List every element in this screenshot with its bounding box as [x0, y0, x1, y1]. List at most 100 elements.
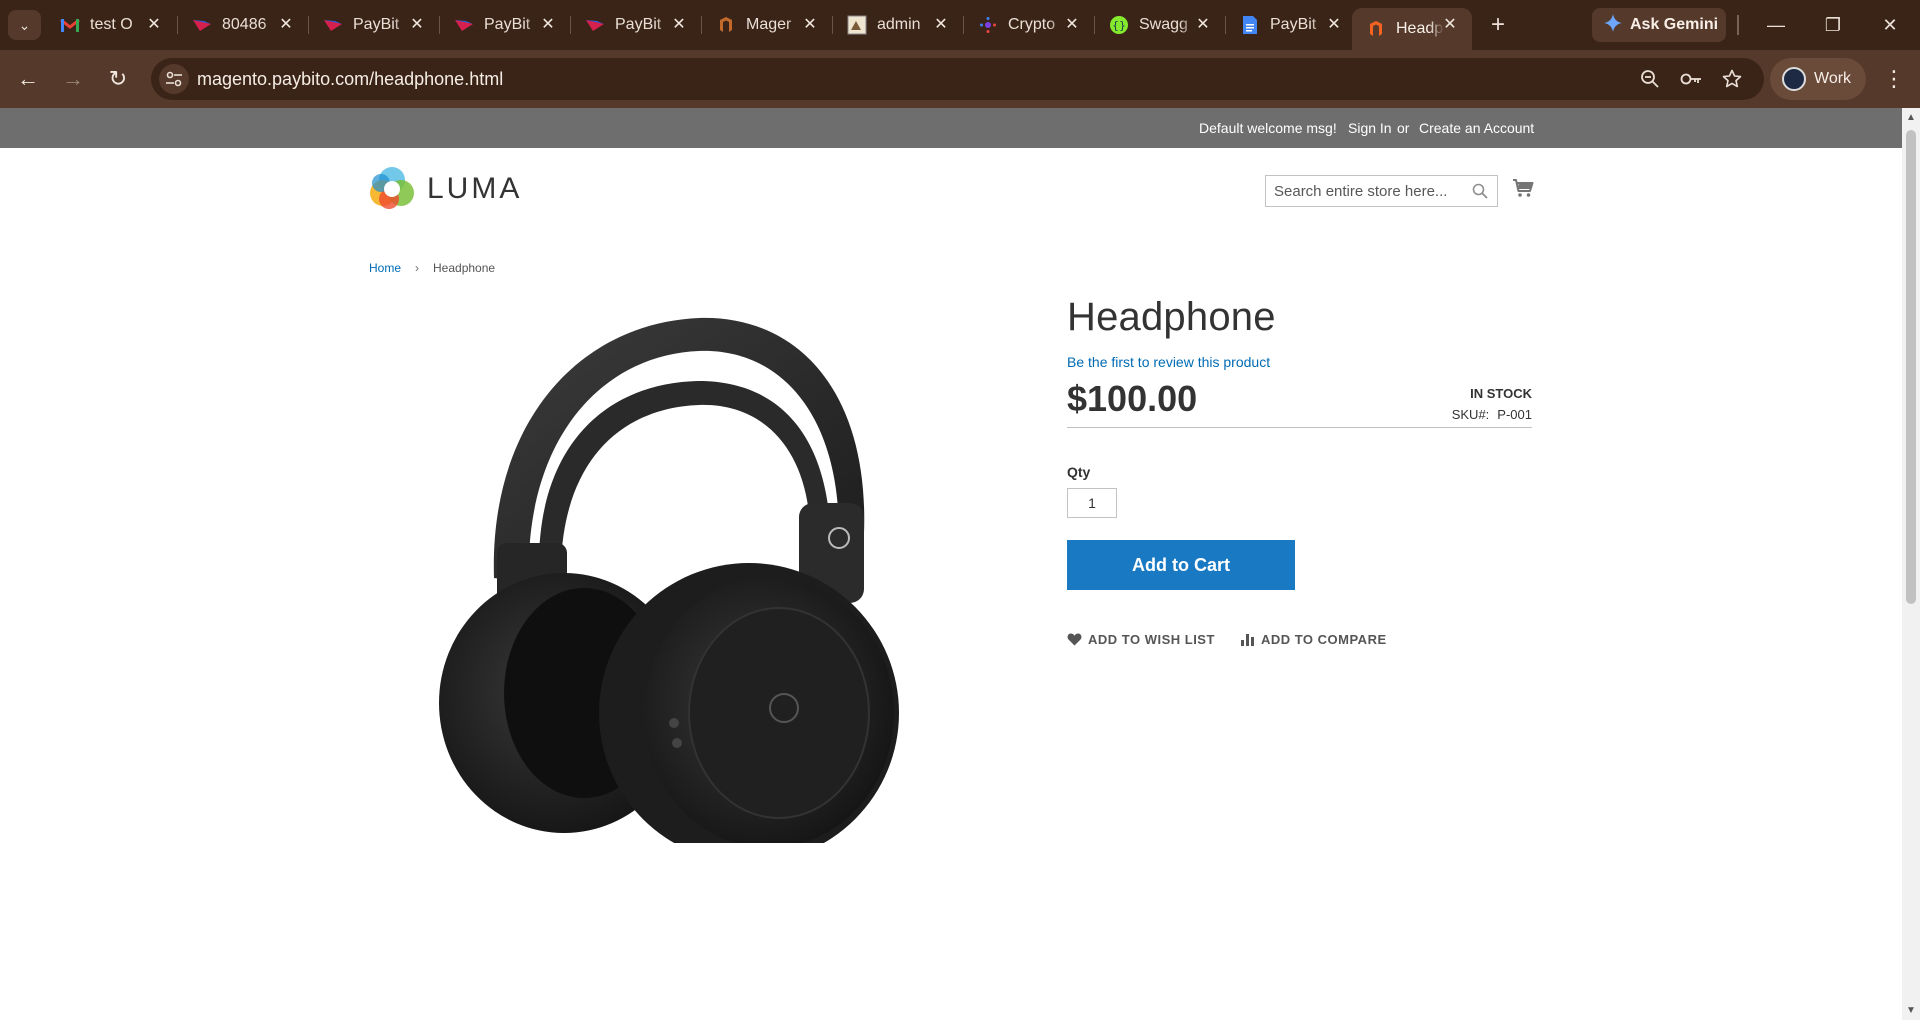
- stock-status: IN STOCK: [1470, 386, 1532, 401]
- browser-tab[interactable]: PayBit ✕: [309, 8, 439, 42]
- browser-tab[interactable]: 80486 ✕: [178, 8, 308, 42]
- forward-button[interactable]: →: [59, 65, 87, 93]
- search-icon[interactable]: [1472, 183, 1488, 204]
- tab-title: 80486: [222, 16, 267, 33]
- minimize-button[interactable]: —: [1756, 10, 1796, 40]
- site-info-button[interactable]: [159, 64, 189, 94]
- or-text: or: [1397, 120, 1410, 136]
- scroll-up-icon[interactable]: ▲: [1906, 112, 1916, 123]
- admin-icon: [847, 15, 867, 35]
- tab-title: Mager: [746, 16, 792, 33]
- page-scrollbar[interactable]: ▲ ▼: [1902, 108, 1920, 1020]
- breadcrumb-home-link[interactable]: Home: [369, 261, 401, 275]
- tab-title: PayBit: [353, 16, 400, 33]
- browser-tab[interactable]: PayBit ✕: [440, 8, 570, 42]
- add-to-wishlist-link[interactable]: ADD TO WISH LIST: [1067, 632, 1215, 647]
- web-page: Default welcome msg! Sign In or Create a…: [0, 108, 1902, 1020]
- tab-title: PayBit: [484, 16, 531, 33]
- product-price: $100.00: [1067, 378, 1198, 419]
- close-window-button[interactable]: ✕: [1870, 10, 1910, 40]
- address-bar[interactable]: magento.paybito.com/headphone.html: [151, 58, 1764, 100]
- browser-tab[interactable]: PayBit ✕: [1226, 8, 1356, 42]
- breadcrumb: Home › Headphone: [369, 261, 495, 275]
- scrollbar-thumb[interactable]: [1906, 130, 1916, 604]
- close-icon[interactable]: ✕: [1440, 15, 1460, 35]
- back-button[interactable]: ←: [14, 65, 42, 93]
- close-icon[interactable]: ✕: [538, 15, 558, 35]
- zoom-icon[interactable]: [1639, 68, 1661, 90]
- more-menu-icon[interactable]: ⋮: [1880, 65, 1908, 93]
- add-to-compare-label: ADD TO COMPARE: [1260, 632, 1387, 647]
- paybito-icon: [585, 15, 605, 35]
- minicart-button[interactable]: [1512, 178, 1534, 203]
- browser-tab[interactable]: Crypto ✕: [964, 8, 1094, 42]
- tab-search-button[interactable]: ⌄: [8, 10, 41, 40]
- profile-button[interactable]: Work: [1770, 58, 1866, 100]
- reload-button[interactable]: ↻: [104, 65, 132, 93]
- magento-icon: [1366, 19, 1386, 39]
- create-account-link[interactable]: Create an Account: [1419, 108, 1534, 148]
- close-icon[interactable]: ✕: [407, 15, 427, 35]
- bookmark-star-icon[interactable]: [1721, 68, 1743, 90]
- headphone-product-image: [439, 317, 899, 843]
- panel-header: Default welcome msg! Sign In or Create a…: [0, 108, 1902, 148]
- close-icon[interactable]: ✕: [931, 15, 951, 35]
- product-social-links: ADD TO WISH LIST ADD TO COMPARE: [1067, 632, 1532, 647]
- toolbar: ← → ↻ magento.paybito.com/headphone.html…: [0, 50, 1920, 108]
- tab-title: PayBit: [1270, 16, 1317, 33]
- logo-text: LUMA: [427, 172, 523, 205]
- welcome-message: Default welcome msg!: [1199, 120, 1337, 136]
- browser-tab[interactable]: PayBit ✕: [571, 8, 701, 42]
- tune-icon: [166, 71, 182, 87]
- crypto-icon: [978, 15, 998, 35]
- gmail-icon: [60, 15, 80, 35]
- swagger-icon: {}: [1109, 15, 1129, 35]
- url-text[interactable]: magento.paybito.com/headphone.html: [197, 58, 503, 100]
- paybito-icon: [323, 15, 343, 35]
- browser-tab[interactable]: {} Swagg ✕: [1095, 8, 1225, 42]
- add-to-compare-link[interactable]: ADD TO COMPARE: [1240, 632, 1387, 647]
- browser-tab[interactable]: Mager ✕: [702, 8, 832, 42]
- qty-input[interactable]: [1067, 488, 1117, 518]
- paybito-icon: [454, 15, 474, 35]
- close-icon[interactable]: ✕: [1324, 15, 1344, 35]
- close-icon[interactable]: ✕: [1193, 15, 1213, 35]
- profile-label: Work: [1814, 70, 1852, 87]
- restore-button[interactable]: ❐: [1813, 10, 1853, 40]
- gemini-sparkle-icon: [1604, 13, 1622, 37]
- docs-icon: [1240, 15, 1260, 35]
- svg-text:{}: {}: [1112, 19, 1126, 32]
- qty-label: Qty: [1067, 464, 1091, 480]
- scroll-down-icon[interactable]: ▼: [1906, 1005, 1916, 1016]
- chevron-down-icon: ⌄: [18, 16, 31, 33]
- sign-in-link[interactable]: Sign In: [1348, 108, 1392, 148]
- product-image-gallery[interactable]: [369, 293, 949, 853]
- sku-label: SKU#:: [1451, 407, 1490, 422]
- close-icon[interactable]: ✕: [800, 15, 820, 35]
- ask-gemini-label: Ask Gemini: [1630, 16, 1719, 33]
- add-to-wishlist-label: ADD TO WISH LIST: [1088, 632, 1215, 647]
- browser-tab-active[interactable]: Headp ✕: [1352, 8, 1472, 50]
- search-field[interactable]: [1265, 175, 1498, 207]
- tab-title: admin: [877, 16, 921, 33]
- price-box: $100.00 IN STOCK SKU#: P-001: [1067, 376, 1532, 428]
- close-icon[interactable]: ✕: [669, 15, 689, 35]
- search-input[interactable]: [1266, 176, 1466, 206]
- tab-title: Headp: [1396, 20, 1444, 37]
- tab-title: PayBit: [615, 16, 662, 33]
- store-logo[interactable]: LUMA: [369, 166, 522, 212]
- password-key-icon[interactable]: [1680, 68, 1702, 90]
- browser-tab[interactable]: test O ✕: [46, 8, 176, 42]
- add-to-cart-button[interactable]: Add to Cart: [1067, 540, 1295, 590]
- breadcrumb-current: Headphone: [433, 261, 496, 275]
- ask-gemini-button[interactable]: Ask Gemini: [1592, 8, 1726, 42]
- close-icon[interactable]: ✕: [276, 15, 296, 35]
- review-link[interactable]: Be the first to review this product: [1067, 354, 1532, 370]
- page-title: Headphone: [1067, 295, 1276, 339]
- close-icon[interactable]: ✕: [144, 15, 164, 35]
- new-tab-button[interactable]: +: [1484, 12, 1512, 40]
- breadcrumb-separator: ›: [415, 261, 420, 275]
- close-icon[interactable]: ✕: [1062, 15, 1082, 35]
- tab-title: Crypto: [1008, 16, 1056, 33]
- browser-tab[interactable]: admin ✕: [833, 8, 963, 42]
